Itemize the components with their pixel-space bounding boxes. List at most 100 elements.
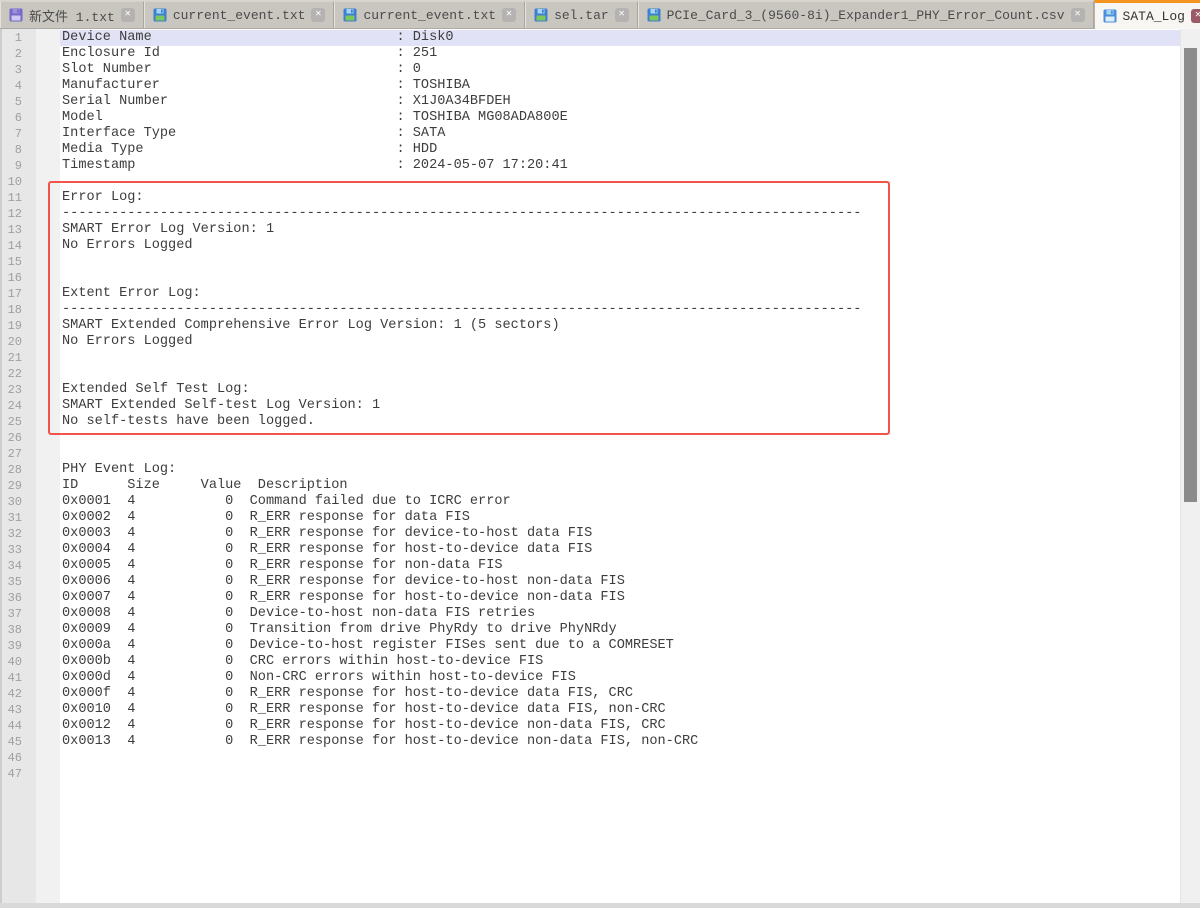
code-line-27[interactable] — [60, 446, 1180, 462]
line-number: 6 — [0, 110, 36, 126]
code-line-13[interactable]: SMART Error Log Version: 1 — [60, 222, 1180, 238]
line-number: 16 — [0, 270, 36, 286]
line-number: 22 — [0, 366, 36, 382]
code-line-40[interactable]: 0x000b 4 0 CRC errors within host-to-dev… — [60, 654, 1180, 670]
code-line-20[interactable]: No Errors Logged — [60, 334, 1180, 350]
tab-close-icon[interactable]: ✕ — [502, 8, 516, 22]
code-line-16[interactable] — [60, 270, 1180, 286]
tab-title: current_event.txt — [173, 8, 306, 23]
code-line-14[interactable]: No Errors Logged — [60, 238, 1180, 254]
code-line-28[interactable]: PHY Event Log: — [60, 462, 1180, 478]
code-line-47[interactable] — [60, 766, 1180, 782]
code-line-29[interactable]: ID Size Value Description — [60, 478, 1180, 494]
code-line-11[interactable]: Error Log: — [60, 190, 1180, 206]
code-line-35[interactable]: 0x0006 4 0 R_ERR response for device-to-… — [60, 574, 1180, 590]
code-line-25[interactable]: No self-tests have been logged. — [60, 414, 1180, 430]
code-line-38[interactable]: 0x0009 4 0 Transition from drive PhyRdy … — [60, 622, 1180, 638]
tab-close-icon[interactable]: ✕ — [121, 8, 135, 22]
code-line-39[interactable]: 0x000a 4 0 Device-to-host register FISes… — [60, 638, 1180, 654]
code-line-42[interactable]: 0x000f 4 0 R_ERR response for host-to-de… — [60, 686, 1180, 702]
tab-close-icon[interactable]: ✕ — [1191, 9, 1200, 23]
code-line-18[interactable]: ----------------------------------------… — [60, 302, 1180, 318]
line-number: 23 — [0, 382, 36, 398]
code-line-23[interactable]: Extended Self Test Log: — [60, 382, 1180, 398]
line-number: 17 — [0, 286, 36, 302]
code-line-30[interactable]: 0x0001 4 0 Command failed due to ICRC er… — [60, 494, 1180, 510]
code-line-41[interactable]: 0x000d 4 0 Non-CRC errors within host-to… — [60, 670, 1180, 686]
code-line-4[interactable]: Manufacturer : TOSHIBA — [60, 78, 1180, 94]
code-line-24[interactable]: SMART Extended Self-test Log Version: 1 — [60, 398, 1180, 414]
tab-title: current_event.txt — [363, 8, 496, 23]
code-line-26[interactable] — [60, 430, 1180, 446]
code-line-3[interactable]: Slot Number : 0 — [60, 62, 1180, 78]
tab-bar: 新文件 1.txt✕current_event.txt✕current_even… — [0, 0, 1200, 29]
line-number: 13 — [0, 222, 36, 238]
line-number: 20 — [0, 334, 36, 350]
line-number: 5 — [0, 94, 36, 110]
code-line-12[interactable]: ----------------------------------------… — [60, 206, 1180, 222]
text-content-area[interactable]: Device Name : Disk0Enclosure Id : 251Slo… — [60, 29, 1180, 903]
code-line-5[interactable]: Serial Number : X1J0A34BFDEH — [60, 94, 1180, 110]
floppy-disk-icon — [343, 8, 357, 22]
tab-close-icon[interactable]: ✕ — [311, 8, 325, 22]
code-line-46[interactable] — [60, 750, 1180, 766]
line-number: 45 — [0, 734, 36, 750]
scrollbar-thumb[interactable] — [1184, 48, 1197, 502]
line-number: 1 — [0, 30, 36, 46]
code-line-43[interactable]: 0x0010 4 0 R_ERR response for host-to-de… — [60, 702, 1180, 718]
code-line-45[interactable]: 0x0013 4 0 R_ERR response for host-to-de… — [60, 734, 1180, 750]
tab-title: 新文件 1.txt — [29, 6, 115, 25]
code-line-19[interactable]: SMART Extended Comprehensive Error Log V… — [60, 318, 1180, 334]
code-line-37[interactable]: 0x0008 4 0 Device-to-host non-data FIS r… — [60, 606, 1180, 622]
tab-5[interactable]: PCIe_Card_3_(9560-8i)_Expander1_PHY_Erro… — [638, 1, 1094, 28]
floppy-disk-icon — [153, 8, 167, 22]
tab-close-icon[interactable]: ✕ — [615, 8, 629, 22]
floppy-disk-icon — [9, 8, 23, 22]
code-line-17[interactable]: Extent Error Log: — [60, 286, 1180, 302]
code-line-44[interactable]: 0x0012 4 0 R_ERR response for host-to-de… — [60, 718, 1180, 734]
line-number: 8 — [0, 142, 36, 158]
line-number: 9 — [0, 158, 36, 174]
code-line-8[interactable]: Media Type : HDD — [60, 142, 1180, 158]
code-line-34[interactable]: 0x0005 4 0 R_ERR response for non-data F… — [60, 558, 1180, 574]
line-number: 43 — [0, 702, 36, 718]
code-line-2[interactable]: Enclosure Id : 251 — [60, 46, 1180, 62]
line-number: 19 — [0, 318, 36, 334]
line-number: 31 — [0, 510, 36, 526]
line-number: 35 — [0, 574, 36, 590]
line-number: 27 — [0, 446, 36, 462]
tab-6[interactable]: SATA_Log✕ — [1094, 0, 1200, 29]
tab-1[interactable]: 新文件 1.txt ✕ — [0, 1, 144, 28]
line-number: 41 — [0, 670, 36, 686]
code-line-9[interactable]: Timestamp : 2024-05-07 17:20:41 — [60, 158, 1180, 174]
line-number: 2 — [0, 46, 36, 62]
line-number: 7 — [0, 126, 36, 142]
code-line-10[interactable] — [60, 174, 1180, 190]
code-line-15[interactable] — [60, 254, 1180, 270]
line-number: 21 — [0, 350, 36, 366]
text-editor-window: 新文件 1.txt✕current_event.txt✕current_even… — [0, 0, 1200, 908]
code-line-32[interactable]: 0x0003 4 0 R_ERR response for device-to-… — [60, 526, 1180, 542]
line-number: 36 — [0, 590, 36, 606]
line-number: 33 — [0, 542, 36, 558]
code-line-6[interactable]: Model : TOSHIBA MG08ADA800E — [60, 110, 1180, 126]
tab-close-icon[interactable]: ✕ — [1071, 8, 1085, 22]
line-number: 42 — [0, 686, 36, 702]
code-line-31[interactable]: 0x0002 4 0 R_ERR response for data FIS — [60, 510, 1180, 526]
line-number: 4 — [0, 78, 36, 94]
tab-4[interactable]: sel.tar✕ — [525, 1, 638, 28]
line-number: 15 — [0, 254, 36, 270]
line-number: 40 — [0, 654, 36, 670]
editor-pane[interactable]: 1234567891011121314151617181920212223242… — [0, 29, 1200, 903]
code-line-21[interactable] — [60, 350, 1180, 366]
tab-3[interactable]: current_event.txt ✕ — [334, 1, 525, 28]
line-number: 14 — [0, 238, 36, 254]
line-number: 34 — [0, 558, 36, 574]
vertical-scrollbar[interactable] — [1180, 29, 1200, 903]
code-line-22[interactable] — [60, 366, 1180, 382]
code-line-33[interactable]: 0x0004 4 0 R_ERR response for host-to-de… — [60, 542, 1180, 558]
code-line-36[interactable]: 0x0007 4 0 R_ERR response for host-to-de… — [60, 590, 1180, 606]
tab-2[interactable]: current_event.txt ✕ — [144, 1, 335, 28]
code-line-1[interactable]: Device Name : Disk0 — [60, 30, 1180, 46]
code-line-7[interactable]: Interface Type : SATA — [60, 126, 1180, 142]
